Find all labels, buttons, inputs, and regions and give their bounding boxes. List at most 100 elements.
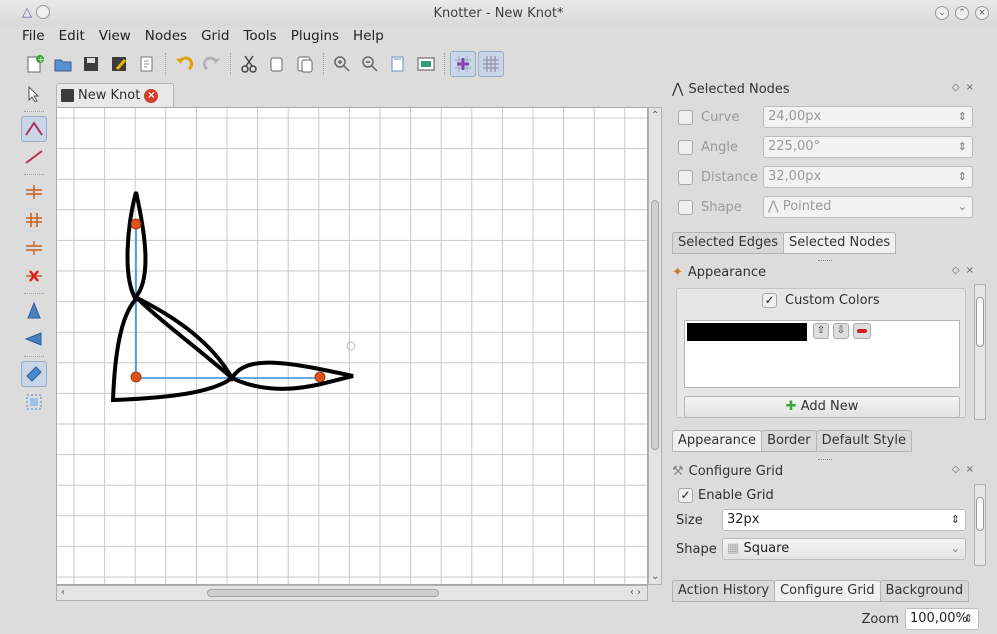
tab-selected-nodes[interactable]: Selected Nodes	[782, 232, 897, 254]
edge-chain-tool-icon[interactable]	[21, 144, 47, 170]
tab-action-history[interactable]: Action History	[672, 580, 776, 602]
scrollbar-thumb[interactable]	[976, 497, 984, 531]
zoom-original-icon[interactable]	[385, 51, 411, 77]
zoom-in-icon[interactable]	[329, 51, 355, 77]
spin-arrows-icon[interactable]: ⇕	[964, 609, 973, 629]
tab-selected-edges[interactable]: Selected Edges	[672, 232, 784, 254]
move-grid-icon[interactable]	[21, 361, 47, 387]
show-grid-icon[interactable]	[478, 51, 504, 77]
flip-horizontal-icon[interactable]	[21, 326, 47, 352]
close-icon[interactable]: ×	[975, 6, 989, 20]
menu-nodes[interactable]: Nodes	[145, 28, 187, 48]
move-down-icon[interactable]: ⇩	[833, 323, 849, 339]
flip-vertical-icon[interactable]	[21, 298, 47, 324]
menu-help[interactable]: Help	[353, 28, 384, 48]
zoom-out-icon[interactable]	[357, 51, 383, 77]
shape-combobox[interactable]: ⋀ Pointed ⌄	[763, 196, 973, 218]
menu-tools[interactable]: Tools	[243, 28, 276, 48]
copy-icon[interactable]	[264, 51, 290, 77]
curve-checkbox[interactable]	[678, 109, 693, 125]
maximize-icon[interactable]: ⌃	[955, 6, 969, 20]
distance-checkbox[interactable]	[678, 169, 693, 185]
add-new-button[interactable]: ✚ Add New	[684, 396, 960, 418]
open-file-icon[interactable]	[50, 51, 76, 77]
angle-value: 225,00°	[768, 139, 820, 154]
scrollbar-thumb[interactable]	[651, 200, 659, 450]
knot-canvas[interactable]	[56, 107, 648, 585]
distance-spinbox[interactable]: 32,00px ⇕	[763, 166, 973, 188]
select-area-icon[interactable]	[21, 389, 47, 415]
panel-float-close-icon[interactable]: ◇×	[952, 464, 980, 475]
redo-icon[interactable]	[199, 51, 225, 77]
spin-arrows-icon[interactable]: ⇕	[958, 137, 967, 157]
distance-value: 32,00px	[768, 169, 822, 184]
menu-plugins[interactable]: Plugins	[291, 28, 339, 48]
document-tab[interactable]: New Knot ×	[56, 83, 174, 107]
panel-float-close-icon[interactable]: ◇×	[952, 265, 980, 276]
canvas-horizontal-scrollbar[interactable]: ‹ ‹ ›	[56, 585, 648, 601]
tab-background[interactable]: Background	[879, 580, 970, 602]
close-tab-icon[interactable]: ×	[144, 88, 159, 103]
scroll-up-icon[interactable]: ⌃	[651, 110, 659, 121]
enable-grid-checkbox[interactable]: ✓	[678, 487, 693, 503]
color-swatch[interactable]	[687, 323, 807, 341]
appearance-scrollbar[interactable]	[974, 284, 986, 420]
remove-icon[interactable]	[853, 323, 871, 339]
shape-label: Shape	[701, 199, 742, 215]
tab-appearance[interactable]: Appearance	[672, 430, 763, 452]
spin-arrows-icon[interactable]: ⇕	[958, 167, 967, 187]
scroll-down-icon[interactable]: ⌄	[651, 571, 659, 582]
menu-edit[interactable]: Edit	[59, 28, 85, 48]
paste-icon[interactable]	[292, 51, 318, 77]
scrollbar-thumb[interactable]	[207, 589, 439, 597]
grid-shape-label: Shape	[676, 541, 717, 557]
undo-icon[interactable]	[171, 51, 197, 77]
edge-type-inverted-icon[interactable]	[21, 207, 47, 233]
grid-size-spinbox[interactable]: 32px ⇕	[722, 509, 966, 531]
chevron-down-icon[interactable]: ⌄	[951, 539, 960, 559]
scrollbar-thumb[interactable]	[976, 297, 984, 347]
custom-colors-label: Custom Colors	[785, 292, 880, 308]
export-icon[interactable]	[134, 51, 160, 77]
color-list[interactable]: ⇧ ⇩	[684, 320, 960, 388]
new-file-icon[interactable]: +	[22, 51, 48, 77]
panel-float-close-icon[interactable]: ◇×	[952, 82, 980, 93]
edge-loop-tool-icon[interactable]	[21, 116, 47, 142]
cut-icon[interactable]	[236, 51, 262, 77]
zoom-value: 100,00%	[910, 611, 968, 626]
tab-border[interactable]: Border	[761, 430, 817, 452]
grid-shape-combobox[interactable]: ▦ Square ⌄	[722, 538, 966, 560]
chevron-down-icon[interactable]: ⌄	[958, 197, 967, 217]
edge-type-wall-icon[interactable]	[21, 235, 47, 261]
zoom-fit-icon[interactable]	[413, 51, 439, 77]
save-as-icon[interactable]	[106, 51, 132, 77]
configure-grid-scrollbar[interactable]	[974, 484, 986, 566]
angle-checkbox[interactable]	[678, 139, 693, 155]
curve-spinbox[interactable]: 24,00px ⇕	[763, 106, 973, 128]
shape-value: Pointed	[782, 199, 832, 214]
spin-arrows-icon[interactable]: ⇕	[958, 107, 967, 127]
select-tool-icon[interactable]	[21, 81, 47, 107]
custom-colors-checkbox[interactable]: ✓	[762, 292, 777, 308]
selected-nodes-title: Selected Nodes	[688, 81, 790, 97]
zoom-spinbox[interactable]: 100,00% ⇕	[905, 608, 979, 630]
spin-arrows-icon[interactable]: ⇕	[951, 510, 960, 530]
tab-default-style[interactable]: Default Style	[815, 430, 912, 452]
save-icon[interactable]	[78, 51, 104, 77]
canvas-vertical-scrollbar[interactable]: ⌃ ⌄	[648, 107, 662, 585]
tab-configure-grid[interactable]: Configure Grid	[774, 580, 881, 602]
menu-grid[interactable]: Grid	[201, 28, 229, 48]
menu-file[interactable]: File	[22, 28, 45, 48]
minimize-icon[interactable]: ⌄	[935, 6, 949, 20]
shape-checkbox[interactable]	[678, 199, 693, 215]
move-up-icon[interactable]: ⇧	[813, 323, 829, 339]
edge-type-regular-icon[interactable]	[21, 179, 47, 205]
mid-dock-tabs: Appearance Border Default Style	[672, 430, 912, 452]
menu-view[interactable]: View	[99, 28, 131, 48]
scroll-right-icon[interactable]: ‹ ›	[630, 587, 641, 598]
snap-to-grid-icon[interactable]	[450, 51, 476, 77]
angle-spinbox[interactable]: 225,00° ⇕	[763, 136, 973, 158]
grid-square-icon: ▦	[727, 541, 740, 556]
erase-edge-icon[interactable]	[21, 263, 47, 289]
scroll-left-icon[interactable]: ‹	[61, 587, 65, 598]
